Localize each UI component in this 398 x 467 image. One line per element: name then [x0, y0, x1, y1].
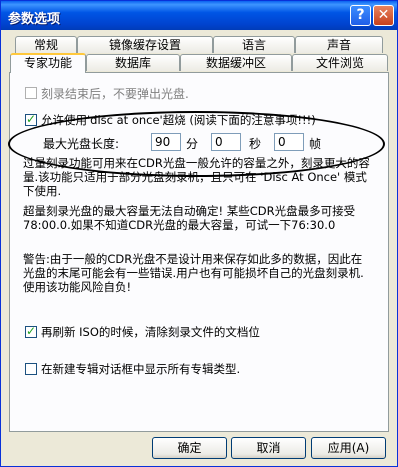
allow-overburn-label: 允许使用'disc at once'超烧 (阅读下面的注意事项!!!)	[41, 113, 316, 127]
tab-language[interactable]: 语言	[213, 36, 295, 53]
tab-expert-features[interactable]: 专家功能	[10, 53, 86, 73]
close-button[interactable]: ✕	[373, 5, 394, 26]
refresh-iso-checkbox[interactable]	[25, 324, 37, 338]
allow-overburn-checkbox[interactable]	[25, 112, 37, 126]
seconds-input[interactable]: 0	[211, 133, 241, 151]
tab-general[interactable]: 常规	[15, 36, 77, 53]
overburn-capacity-note: 超量刻录光盘的最大容量无法自动确定! 某些CDR光盘最多可接受78:00.0.如…	[23, 204, 356, 232]
eject-after-burn-label: 刻录结束后，不要弹出光盘.	[41, 87, 189, 101]
window-title: 参数选项	[8, 12, 61, 27]
tab-database[interactable]: 数据库	[86, 54, 180, 71]
refresh-iso-label: 再刷新 ISO的时候，清除刻录文件的文档位	[41, 325, 260, 339]
show-all-projects-checkbox[interactable]	[25, 363, 37, 375]
overburn-description: 过量刻录功能可用来在CDR光盘一般允许的容量之外，刻录更大的容量.该功能只适用于…	[23, 156, 370, 198]
help-button[interactable]: ?	[350, 5, 371, 26]
tab-sound[interactable]: 声音	[295, 36, 383, 53]
preferences-dialog: 参数选项 ? ✕ 常规 镜像缓存设置 语言 声音 专家功能 数据库 数据缓冲区 …	[0, 0, 398, 467]
title-bar[interactable]: 参数选项 ? ✕	[1, 1, 397, 30]
seconds-unit: 秒	[249, 137, 262, 151]
minutes-unit: 分	[186, 137, 199, 151]
tab-row-front: 专家功能 数据库 数据缓冲区 文件浏览	[1, 53, 397, 73]
ok-button[interactable]: 确定	[152, 437, 227, 459]
tab-image-cache[interactable]: 镜像缓存设置	[77, 36, 213, 53]
frames-unit: 帧	[309, 137, 322, 151]
max-length-label: 最大光盘长度:	[43, 137, 120, 151]
frames-input[interactable]: 0	[274, 133, 304, 151]
apply-button[interactable]: 应用(A)	[311, 437, 386, 459]
overburn-warning: 警告:由于一般的CDR光盘不是设计用来保存如此多的数据，因此在光盘的末尾可能会有…	[23, 252, 364, 294]
minutes-input[interactable]: 90	[151, 133, 181, 151]
tab-row-back: 常规 镜像缓存设置 语言 声音	[1, 36, 397, 54]
tab-file-browser[interactable]: 文件浏览	[292, 54, 388, 71]
cancel-button[interactable]: 取消	[231, 437, 306, 459]
show-all-projects-label: 在新建专辑对话框中显示所有专辑类型.	[41, 362, 241, 376]
tab-data-buffer[interactable]: 数据缓冲区	[180, 54, 292, 71]
eject-after-burn-checkbox[interactable]	[25, 87, 37, 99]
